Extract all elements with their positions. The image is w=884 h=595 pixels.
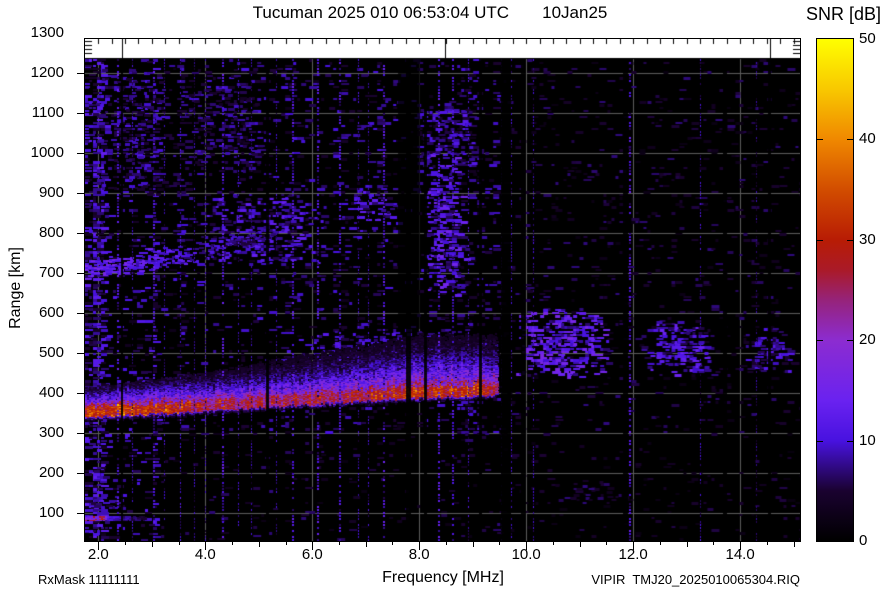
y-axis-tick: [77, 73, 85, 74]
y-axis-tick-label: 500: [38, 344, 64, 361]
y-axis-tick: [77, 473, 85, 474]
colorbar-tick: [817, 340, 823, 341]
x-axis-tick: [98, 542, 99, 550]
colorbar-tick: [847, 340, 853, 341]
colorbar-tick-label: 40: [859, 130, 876, 147]
filename-label: VIPIR TMJ20_2025010065304.RIQ: [591, 572, 800, 587]
page-title: Tucuman 2025 010 06:53:04 UTC 10Jan25: [252, 3, 608, 22]
colorbar-tick-label: 0: [859, 532, 868, 549]
x-axis-title: Frequency [MHz]: [382, 569, 504, 586]
y-axis-tick: [77, 193, 85, 194]
colorbar-title: SNR [dB]: [805, 4, 881, 24]
y-axis-tick: [77, 233, 85, 234]
y-axis-tick: [77, 273, 85, 274]
x-axis-tick: [312, 542, 313, 550]
colorbar-tick-label: 50: [859, 30, 876, 47]
colorbar-tick-label: 10: [859, 432, 876, 449]
x-axis-tick: [392, 542, 393, 545]
colorbar-tick: [847, 139, 853, 140]
y-axis-tick-label: 900: [38, 184, 64, 201]
colorbar-tick: [817, 139, 823, 140]
y-axis-tick-label: 1000: [30, 144, 64, 161]
x-axis-tick: [580, 542, 581, 547]
y-axis-tick: [77, 153, 85, 154]
rxmask-label: RxMask 11111111: [38, 572, 140, 587]
x-axis-tick: [152, 542, 153, 547]
y-axis-tick: [77, 513, 85, 514]
x-axis-tick: [473, 542, 474, 547]
x-axis-tick: [446, 542, 447, 545]
y-axis-tick-label: 700: [38, 264, 64, 281]
x-axis-tick: [419, 542, 420, 550]
y-axis-tick-label: 300: [38, 424, 64, 441]
x-axis-tick: [125, 542, 126, 545]
x-axis-tick: [740, 542, 741, 550]
y-axis-tick-label: 800: [38, 224, 64, 241]
x-axis-tick: [205, 542, 206, 550]
y-axis-tick: [77, 433, 85, 434]
x-axis-tick: [713, 542, 714, 545]
x-axis-tick: [767, 542, 768, 545]
y-axis-tick-label: 1200: [30, 64, 64, 81]
colorbar-tick-label: 20: [859, 331, 876, 348]
ionogram-plot-frame: [84, 38, 801, 542]
y-axis-tick-label: 100: [38, 504, 64, 521]
x-axis-tick: [633, 542, 634, 550]
x-axis-tick: [286, 542, 287, 545]
colorbar-tick: [817, 441, 823, 442]
colorbar-tick-label: 30: [859, 231, 876, 248]
y-axis-tick-label: 1300: [30, 24, 64, 41]
colorbar-tick: [847, 240, 853, 241]
x-axis-tick: [499, 542, 500, 545]
colorbar-tick: [847, 441, 853, 442]
x-axis-tick: [553, 542, 554, 545]
y-axis-tick: [77, 393, 85, 394]
snr-colorbar: [816, 38, 854, 542]
y-axis-tick-label: 1100: [31, 104, 64, 121]
x-axis-tick: [339, 542, 340, 545]
y-axis-tick-label: 600: [38, 304, 64, 321]
x-axis-tick: [259, 542, 260, 547]
y-axis-tick: [77, 313, 85, 314]
colorbar-tick: [817, 240, 823, 241]
y-axis-tick-label: 400: [38, 384, 64, 401]
x-axis-tick: [794, 542, 795, 547]
x-axis-tick: [660, 542, 661, 545]
x-axis-tick: [366, 542, 367, 547]
x-axis-tick: [526, 542, 527, 550]
ionogram-viewer: Tucuman 2025 010 06:53:04 UTC 10Jan25 SN…: [0, 0, 884, 595]
ionogram-canvas: [85, 39, 800, 541]
y-axis-tick: [77, 353, 85, 354]
x-axis-tick: [232, 542, 233, 545]
y-axis-tick-label: 200: [38, 464, 64, 481]
x-axis-tick: [687, 542, 688, 547]
y-axis-tick: [77, 113, 85, 114]
x-axis-tick: [179, 542, 180, 545]
x-axis-tick: [606, 542, 607, 545]
